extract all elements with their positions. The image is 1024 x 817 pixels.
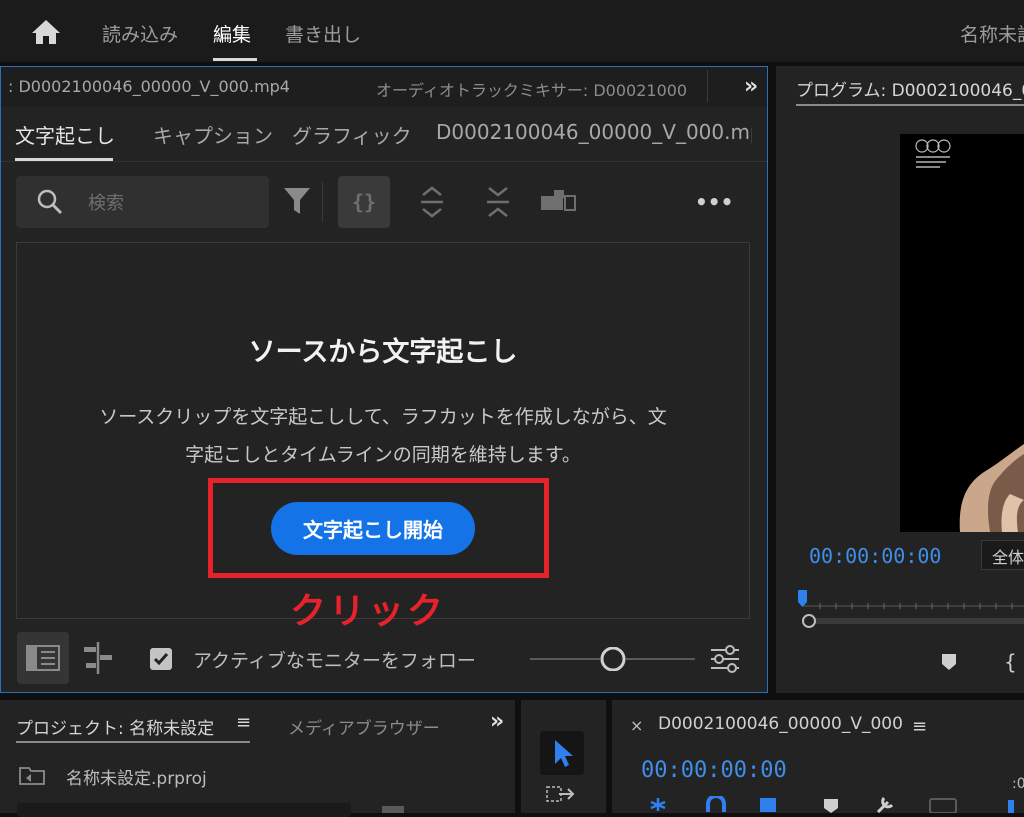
svg-text:{}: {} — [352, 190, 376, 214]
subtab-divider — [1, 161, 767, 162]
empty-state-heading: ソースから文字起こし — [248, 337, 518, 368]
more-options-icon[interactable]: ••• — [695, 190, 733, 214]
nest-icon — [650, 798, 666, 811]
panel-tab-audio-mixer[interactable]: オーディオトラックミキサー: D00021000 — [376, 77, 704, 101]
timeline-tool-icons — [646, 794, 1024, 817]
sync-toggle-button[interactable]: {} — [338, 176, 390, 228]
empty-state-description-line2: 字起こしとタイムラインの同期を維持します。 — [185, 444, 581, 466]
project-folder-icon — [18, 764, 46, 790]
annotation-click-label: クリック — [290, 591, 447, 632]
mark-in-icon[interactable]: { — [1004, 650, 1017, 674]
project-name: 名称未設 — [960, 24, 1024, 46]
zoom-slider[interactable] — [530, 646, 700, 675]
subtab-captions[interactable]: キャプション — [153, 120, 273, 149]
toolbar-divider — [322, 182, 323, 222]
program-tab-indicator — [796, 104, 1024, 106]
transcript-view-button[interactable] — [17, 632, 69, 684]
add-marker-icon[interactable] — [940, 652, 958, 676]
follow-monitor-label: アクティブなモニターをフォロー — [193, 650, 476, 672]
track-select-tool-icon[interactable] — [545, 783, 579, 815]
project-panel-title[interactable]: プロジェクト: 名称未設定 — [16, 714, 214, 739]
tab-edit[interactable]: 編集 — [213, 20, 251, 47]
program-video-frame — [900, 134, 1024, 532]
panel-overflow-button[interactable]: » — [744, 74, 758, 99]
project-overflow-button[interactable]: » — [490, 709, 504, 734]
start-transcription-button[interactable]: 文字起こし開始 — [271, 502, 475, 555]
close-icon[interactable]: × — [630, 716, 643, 735]
search-icon — [36, 188, 64, 220]
subtab-transcript[interactable]: 文字起こし — [15, 120, 115, 149]
empty-state-description-line1: ソースクリップを文字起こしして、ラフカットを作成しながら、文 — [99, 406, 667, 428]
linked-selection-icon — [760, 798, 776, 812]
captions-icon — [929, 798, 957, 814]
expand-icon[interactable] — [406, 176, 458, 228]
selection-tool-button[interactable] — [540, 731, 584, 775]
project-search-input[interactable] — [17, 803, 351, 817]
timeline-sequence-title[interactable]: D0002100046_00000_V_000 — [658, 714, 903, 734]
tab-import[interactable]: 読み込み — [102, 20, 178, 47]
program-monitor-title[interactable]: プログラム: D0002100046_0 — [796, 76, 1024, 101]
timeline-indicator — [1008, 800, 1014, 813]
panel-tab-source[interactable]: : D0002100046_00000_V_000.mp4 — [8, 77, 290, 96]
subtab-clip[interactable]: D0002100046_00000_V_000.mp4 — [436, 120, 752, 144]
active-tab-indicator — [213, 58, 257, 61]
fit-zoom-label: 全体 — [992, 548, 1024, 567]
settings-sliders-icon[interactable] — [708, 642, 742, 680]
new-bin-icon[interactable] — [382, 806, 404, 813]
project-menu-icon[interactable]: ≡ — [236, 712, 251, 733]
wrench-icon — [876, 797, 894, 814]
subtab-graphics[interactable]: グラフィック — [292, 120, 412, 149]
project-file-name: 名称未設定.prproj — [66, 769, 207, 789]
marker-icon — [824, 799, 838, 813]
timeline-ruler-label: :0 — [1012, 776, 1024, 792]
home-icon[interactable] — [30, 18, 62, 46]
tab-divider — [707, 70, 708, 102]
program-timecode[interactable]: 00:00:00:00 — [809, 544, 941, 568]
insert-clip-icon[interactable] — [532, 176, 584, 228]
snap-icon — [706, 794, 726, 812]
filter-icon[interactable] — [283, 186, 311, 220]
project-tab-indicator — [16, 741, 250, 743]
timeline-timecode[interactable]: 00:00:00:00 — [641, 758, 787, 783]
align-icon[interactable] — [78, 638, 118, 682]
collapse-icon[interactable] — [472, 176, 524, 228]
tab-export[interactable]: 書き出し — [285, 20, 361, 47]
timeline-menu-icon[interactable]: ≡ — [912, 716, 927, 737]
tab-media-browser[interactable]: メディアブラウザー — [288, 714, 440, 739]
follow-monitor-checkbox[interactable] — [150, 648, 172, 670]
search-placeholder: 検索 — [88, 193, 124, 214]
program-time-ruler[interactable] — [790, 590, 1024, 630]
